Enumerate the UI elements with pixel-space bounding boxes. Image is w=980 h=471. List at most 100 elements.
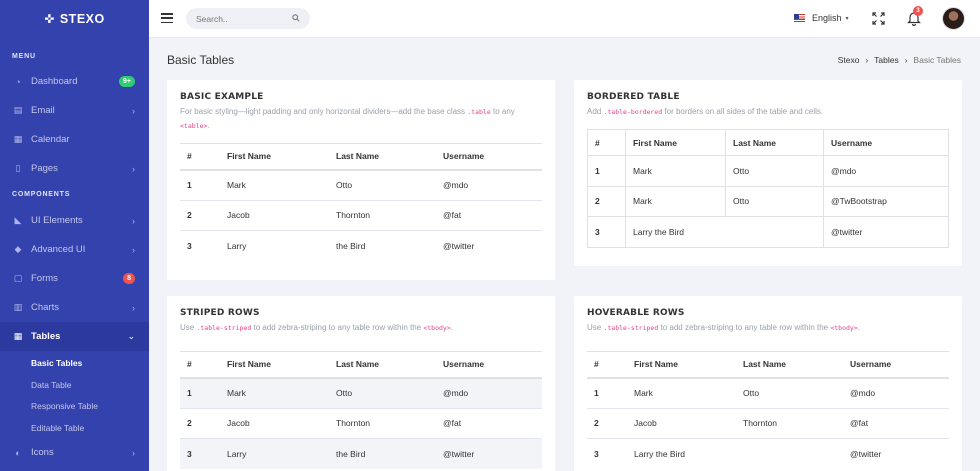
desc-text: Use [180, 323, 197, 332]
sidebar-subitem-basic-tables[interactable]: Basic Tables [0, 353, 149, 375]
card-title: BASIC EXAMPLE [180, 92, 264, 102]
language-label: English [812, 13, 842, 23]
column-header: Username [443, 151, 485, 162]
dashboard-icon: ◔ [15, 76, 21, 87]
table-cell: @twitter [850, 449, 882, 459]
column-header: First Name [625, 129, 726, 156]
breadcrumb-item-current: Basic Tables [913, 55, 961, 65]
pages-icon: ▯ [15, 163, 21, 173]
table-cell: @fat [443, 210, 462, 221]
table-cell: @mdo [443, 180, 469, 190]
sidebar-item-label: UI Elements [31, 215, 83, 226]
table-cell: @fat [850, 418, 869, 429]
breadcrumb-item-stexo[interactable]: Stexo [838, 55, 860, 65]
column-header: First Name [227, 151, 271, 162]
column-header: # [187, 151, 192, 162]
topbar: English ▾ 3 [149, 0, 980, 38]
table-cell: Larry [227, 241, 247, 251]
column-header: First Name [227, 359, 271, 370]
table-cell: Otto [725, 185, 824, 217]
desc-code: <tbody> [423, 324, 451, 332]
desc-text: Use [587, 323, 604, 332]
desc-text: to add zebra-striping to any table row w… [658, 323, 831, 332]
table-cell: Jacob [634, 418, 657, 429]
table-cell: 2 [594, 418, 599, 429]
search-icon[interactable] [292, 13, 300, 24]
table-header-row: # First Name Last Name Username [180, 351, 542, 378]
sidebar-item-forms[interactable]: ▢ Forms 8 [0, 264, 149, 293]
desc-code: .table-striped [196, 324, 252, 332]
card-hoverable-rows: HOVERABLE ROWS Use .table-striped to add… [574, 296, 962, 471]
column-header: Last Name [336, 359, 379, 370]
table-cell: Otto [743, 388, 760, 398]
table-row: 3 Larry the Bird @twitter [587, 216, 949, 248]
sidebar-item-pages[interactable]: ▯ Pages › [0, 154, 149, 183]
table-row[interactable]: 2 Jacob Thornton @fat [587, 408, 949, 439]
fullscreen-icon[interactable] [872, 12, 885, 25]
table-cell: Mark [634, 388, 653, 398]
table-cell: Thornton [336, 210, 371, 221]
notification-count-badge: 3 [913, 6, 923, 16]
language-selector[interactable]: English ▾ [794, 13, 849, 23]
column-header: Last Name [725, 129, 824, 156]
search-input[interactable] [196, 13, 286, 24]
column-header: # [187, 359, 192, 370]
chevron-right-icon: › [132, 302, 135, 313]
column-header: # [594, 359, 599, 370]
sidebar-subitem-responsive-table[interactable]: Responsive Table [0, 396, 149, 418]
sidebar-subitem-editable-table[interactable]: Editable Table [0, 418, 149, 440]
ui-elements-icon: ◣ [14, 215, 22, 225]
chevron-right-icon: › [132, 447, 135, 458]
sidebar-item-email[interactable]: ▤ Email › [0, 96, 149, 125]
sidebar-item-icons[interactable]: ◐ Icons › [0, 439, 149, 466]
table-cell: the Bird [336, 449, 366, 459]
brand[interactable]: ✜ STEXO [0, 0, 149, 38]
chevron-right-icon: › [132, 163, 135, 174]
column-header: Username [850, 359, 892, 370]
table-header-row: # First Name Last Name Username [587, 129, 949, 156]
chevron-right-icon: › [865, 55, 869, 65]
sidebar-subitem-data-table[interactable]: Data Table [0, 375, 149, 397]
calendar-icon: ▦ [13, 134, 23, 144]
table-row: 1 Mark Otto @mdo [180, 169, 542, 201]
table-cell: Mark [227, 388, 246, 398]
sidebar-item-label: Tables [31, 331, 61, 342]
breadcrumb-item-tables[interactable]: Tables [874, 55, 899, 65]
chevron-down-icon: ▾ [845, 15, 849, 22]
sidebar-item-label: Charts [31, 302, 59, 313]
card-description: Use .table-striped to add zebra-striping… [587, 321, 949, 335]
table-cell: Otto [336, 388, 353, 398]
chevron-right-icon: › [132, 215, 135, 226]
table-cell: Jacob [227, 418, 250, 429]
sidebar-item-advanced-ui[interactable]: ◆ Advanced UI › [0, 235, 149, 264]
table-cell: Mark [625, 185, 726, 217]
table-row[interactable]: 1 Mark Otto @mdo [587, 377, 949, 409]
desc-text: to any [490, 107, 515, 116]
section-title-components: COMPONENTS [12, 191, 71, 198]
sidebar: ✜ STEXO MENU ◔ Dashboard 9+ ▤ Email › ▦ … [0, 0, 149, 471]
hoverable-table: # First Name Last Name Username 1 Mark Ott… [587, 351, 949, 469]
table-cell: Mark [625, 155, 726, 187]
table-row[interactable]: 3 Larry the Bird @twitter [587, 438, 949, 470]
table-cell: @twitter [443, 241, 475, 251]
table-cell: 2 [187, 210, 192, 221]
user-avatar[interactable] [942, 7, 965, 30]
table-row: 2 Jacob Thornton @fat [180, 200, 542, 231]
sidebar-item-charts[interactable]: ▥ Charts › [0, 293, 149, 322]
desc-text: For basic styling—light padding and only… [180, 107, 468, 116]
sidebar-item-dashboard[interactable]: ◔ Dashboard 9+ [0, 67, 149, 96]
menu-toggle-icon[interactable] [161, 13, 173, 24]
sidebar-item-tables[interactable]: ▦ Tables ⌄ [0, 322, 149, 351]
sidebar-item-calendar[interactable]: ▦ Calendar [0, 125, 149, 154]
table-cell: @mdo [850, 388, 876, 398]
sidebar-item-label: Email [31, 105, 55, 116]
column-header: Username [443, 359, 485, 370]
table-cell: 1 [187, 180, 192, 190]
table-cell: the Bird [336, 241, 366, 251]
card-bordered-table: BORDERED TABLE Add .table-bordered for b… [574, 80, 962, 266]
sidebar-item-ui-elements[interactable]: ◣ UI Elements › [0, 206, 149, 235]
table-cell: @twitter [443, 449, 475, 459]
page-title: Basic Tables [167, 53, 235, 67]
table-cell: Otto [725, 155, 824, 187]
desc-code: .table [467, 108, 491, 116]
